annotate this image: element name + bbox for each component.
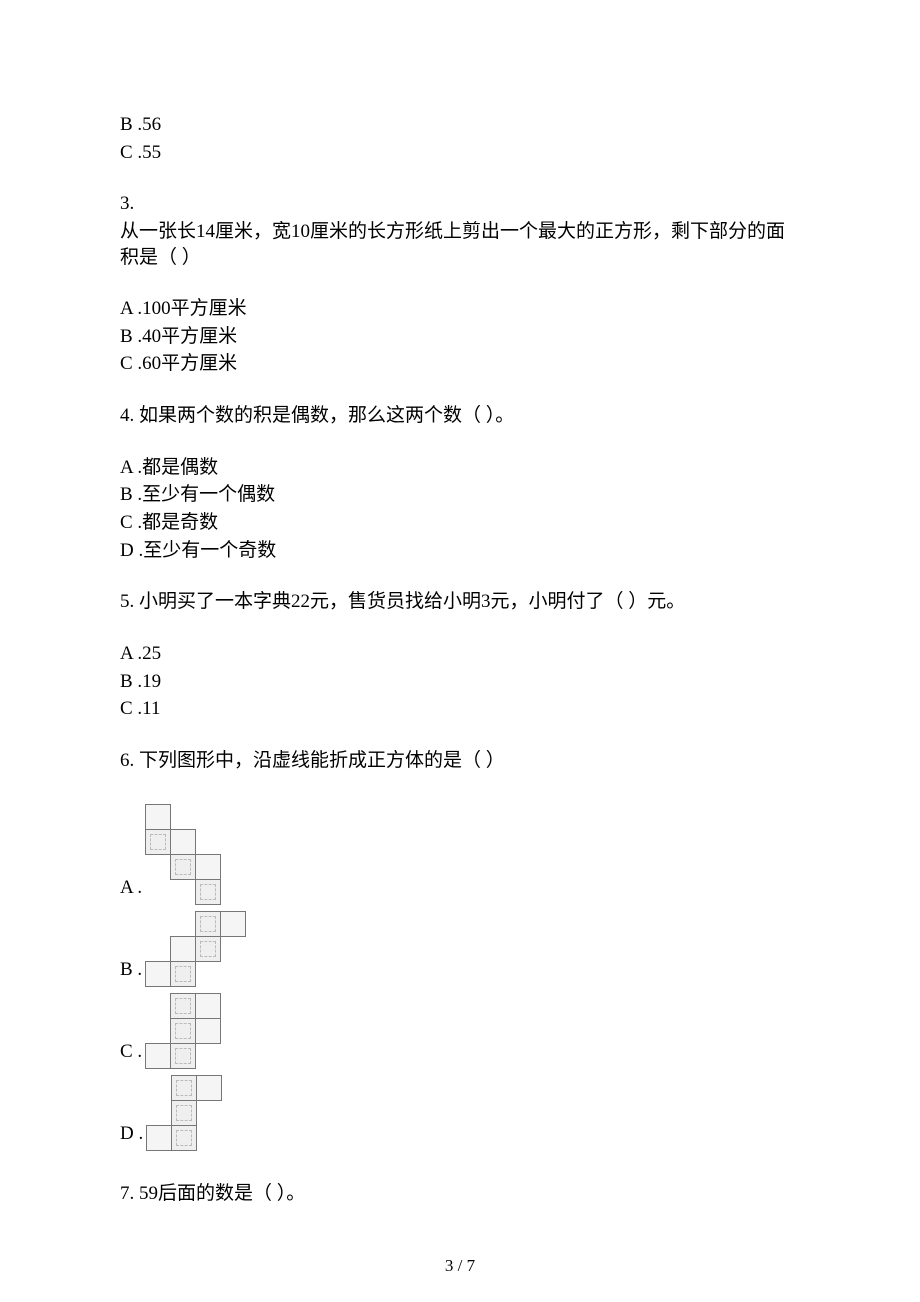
q6-option-c-row: C . <box>120 993 800 1069</box>
cube-net-c <box>145 993 221 1069</box>
q4-option-b: B .至少有一个偶数 <box>120 482 800 508</box>
q7-text: 7. 59后面的数是（ ）。 <box>120 1181 800 1207</box>
q5-option-a: A .25 <box>120 641 800 667</box>
q6-option-a-row: A . <box>120 804 800 905</box>
q6-option-b-row: B . <box>120 911 800 987</box>
q5-option-b: B .19 <box>120 669 800 695</box>
cube-net-b <box>145 911 246 987</box>
page-content: B .56 C .55 3. 从一张长14厘米，宽10厘米的长方形纸上剪出一个最… <box>0 0 920 1206</box>
q3-option-b: B .40平方厘米 <box>120 324 800 350</box>
q5-option-c: C .11 <box>120 696 800 722</box>
q6-option-d-label: D . <box>120 1121 143 1151</box>
q4-option-c: C .都是奇数 <box>120 510 800 536</box>
q4-text: 4. 如果两个数的积是偶数，那么这两个数（ ）。 <box>120 403 800 429</box>
cube-net-d <box>146 1075 222 1151</box>
q5-text: 5. 小明买了一本字典22元，售货员找给小明3元，小明付了（ ）元。 <box>120 589 800 615</box>
q6-option-d-row: D . <box>120 1075 800 1151</box>
cube-net-a <box>145 804 221 905</box>
q3-option-c: C .60平方厘米 <box>120 351 800 377</box>
q3-option-a: A .100平方厘米 <box>120 296 800 322</box>
q6-text: 6. 下列图形中，沿虚线能折成正方体的是（ ） <box>120 748 800 774</box>
q3-text: 从一张长14厘米，宽10厘米的长方形纸上剪出一个最大的正方形，剩下部分的面积是（… <box>120 219 800 270</box>
q6-option-b-label: B . <box>120 957 142 987</box>
q2-option-b: B .56 <box>120 112 800 138</box>
page-footer: 3 / 7 <box>0 1255 920 1278</box>
document-page: B .56 C .55 3. 从一张长14厘米，宽10厘米的长方形纸上剪出一个最… <box>0 0 920 1302</box>
q2-option-c: C .55 <box>120 140 800 166</box>
q4-option-a: A .都是偶数 <box>120 455 800 481</box>
q6-option-a-label: A . <box>120 875 142 905</box>
q4-option-d: D .至少有一个奇数 <box>120 538 800 564</box>
q6-option-c-label: C . <box>120 1039 142 1069</box>
q3-number: 3. <box>120 191 800 217</box>
